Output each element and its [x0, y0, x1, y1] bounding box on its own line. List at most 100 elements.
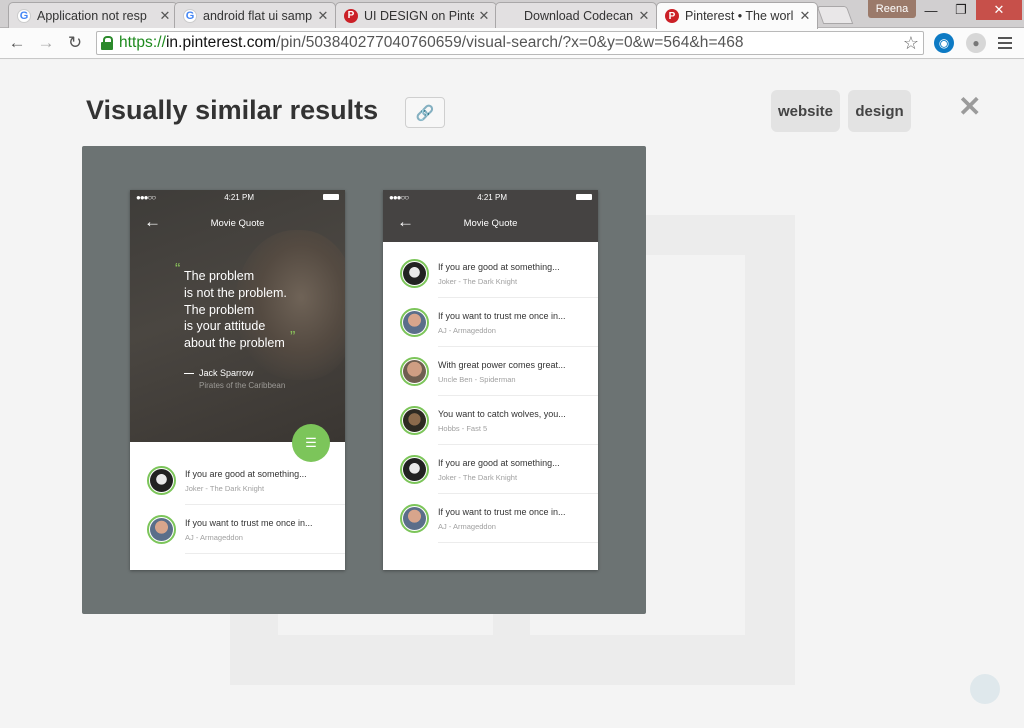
- avatar: [400, 357, 429, 386]
- item-source: AJ - Armageddon: [438, 326, 496, 335]
- quote-text: The problem is not the problem. The prob…: [184, 269, 287, 351]
- item-quote: If you are good at something...: [185, 469, 307, 479]
- url-text: https://in.pinterest.com/pin/50384027704…: [119, 34, 744, 51]
- back-arrow-icon[interactable]: ←: [397, 213, 414, 230]
- status-time: 4:21 PM: [224, 192, 254, 202]
- reload-icon[interactable]: ↻: [64, 32, 86, 54]
- quote-list: If you are good at something... Joker - …: [383, 249, 598, 543]
- phone-mockup-quote-detail: ●●●○○ 4:21 PM ← Movie Quote “ The proble…: [130, 190, 345, 570]
- extension-toggle-icon[interactable]: ●: [966, 33, 986, 53]
- browser-tab-bar: G Application not resp ✕ G android flat …: [0, 0, 1024, 29]
- item-quote: If you are good at something...: [438, 458, 560, 468]
- menu-fab-button[interactable]: ☰: [292, 424, 330, 462]
- list-item[interactable]: If you are good at something... Joker - …: [383, 445, 598, 494]
- list-item[interactable]: If you want to trust me once in... AJ - …: [383, 494, 598, 543]
- app-bar: ← Movie Quote: [130, 204, 345, 242]
- page-title: Visually similar results: [86, 95, 379, 125]
- close-icon[interactable]: ✕: [958, 93, 981, 121]
- browser-tab-5-active[interactable]: P Pinterest • The worl ✕: [656, 2, 818, 29]
- tab-title: UI DESIGN on Pinte: [364, 8, 474, 23]
- item-quote: You want to catch wolves, you...: [438, 409, 566, 419]
- signal-icon: ●●●○○: [136, 192, 156, 202]
- tab-close-icon[interactable]: ✕: [478, 8, 490, 24]
- google-favicon-icon: G: [17, 8, 31, 23]
- list-item[interactable]: You want to catch wolves, you... Hobbs -…: [383, 396, 598, 445]
- item-source: Hobbs - Fast 5: [438, 424, 488, 433]
- close-quote-icon: ”: [290, 329, 296, 346]
- tag-design[interactable]: design: [848, 90, 911, 132]
- status-bar: ●●●○○ 4:21 PM: [383, 190, 598, 204]
- list-item[interactable]: If you are good at something... Joker - …: [383, 249, 598, 298]
- avatar: [147, 466, 176, 495]
- restore-icon[interactable]: ❐: [946, 0, 976, 20]
- browser-tab-2[interactable]: G android flat ui samp ✕: [174, 2, 336, 28]
- item-quote: If you want to trust me once in...: [438, 311, 566, 321]
- item-source: Uncle Ben - Spiderman: [438, 375, 516, 384]
- back-arrow-icon[interactable]: ←: [6, 32, 28, 54]
- tab-close-icon[interactable]: ✕: [799, 8, 811, 24]
- item-quote: With great power comes great...: [438, 360, 566, 370]
- browser-tab-3[interactable]: P UI DESIGN on Pinte ✕: [335, 2, 497, 28]
- app-title: Movie Quote: [463, 217, 518, 229]
- quote-list: If you are good at something... Joker - …: [130, 456, 345, 554]
- forward-arrow-icon[interactable]: →: [35, 32, 57, 54]
- author-dash: [184, 373, 194, 374]
- tab-close-icon[interactable]: ✕: [317, 8, 329, 24]
- tag-website[interactable]: website: [771, 90, 840, 132]
- item-source: Joker - The Dark Knight: [185, 484, 265, 493]
- google-favicon-icon: G: [183, 8, 197, 23]
- list-item[interactable]: If you want to trust me once in... AJ - …: [383, 298, 598, 347]
- item-quote: If you want to trust me once in...: [185, 518, 313, 528]
- tab-title: Download Codecan: [524, 8, 634, 23]
- tab-close-icon[interactable]: ✕: [638, 8, 650, 24]
- app-title: Movie Quote: [210, 217, 265, 229]
- list-item[interactable]: If you are good at something... Joker - …: [130, 456, 345, 505]
- avatar: [400, 406, 429, 435]
- back-arrow-icon[interactable]: ←: [144, 213, 161, 230]
- tab-title: Application not resp: [37, 8, 147, 23]
- pinterest-favicon-icon: P: [344, 8, 358, 23]
- phone-mockup-quote-list: ●●●○○ 4:21 PM ← Movie Quote If you are g…: [383, 190, 598, 570]
- quote-author: Jack Sparrow: [199, 368, 254, 378]
- avatar: [400, 455, 429, 484]
- minimize-icon[interactable]: —: [916, 0, 946, 20]
- extension-icon[interactable]: ◉: [934, 33, 954, 53]
- battery-icon: [576, 194, 592, 200]
- new-tab-button[interactable]: [816, 6, 854, 24]
- signal-icon: ●●●○○: [389, 192, 409, 202]
- hamburger-menu-icon[interactable]: [998, 35, 1012, 51]
- item-source: Joker - The Dark Knight: [438, 473, 518, 482]
- list-item[interactable]: With great power comes great... Uncle Be…: [383, 347, 598, 396]
- tab-title: Pinterest • The worl: [685, 9, 794, 23]
- lock-icon: [101, 36, 113, 50]
- item-source: AJ - Armageddon: [185, 533, 243, 542]
- background-help-button: [970, 674, 1000, 704]
- quote-source: Pirates of the Caribbean: [199, 381, 286, 390]
- tab-title: android flat ui samp: [203, 8, 313, 23]
- browser-tab-1[interactable]: G Application not resp ✕: [8, 2, 178, 28]
- avatar: [400, 504, 429, 533]
- pinterest-favicon-icon: P: [665, 9, 679, 23]
- item-source: AJ - Armageddon: [438, 522, 496, 531]
- blank-favicon-icon: [504, 9, 518, 23]
- address-toolbar: ← → ↻ https://in.pinterest.com/pin/50384…: [0, 28, 1024, 59]
- list-item[interactable]: If you want to trust me once in... AJ - …: [130, 505, 345, 554]
- avatar: [147, 515, 176, 544]
- link-icon: 🔗: [415, 104, 435, 122]
- open-quote-icon: “: [175, 261, 181, 278]
- browser-tab-4[interactable]: Download Codecan ✕: [495, 2, 657, 28]
- window-close-icon[interactable]: ✕: [976, 0, 1022, 20]
- avatar: [400, 308, 429, 337]
- avatar: [400, 259, 429, 288]
- status-bar: ●●●○○ 4:21 PM: [130, 190, 345, 204]
- copy-link-button[interactable]: 🔗: [405, 97, 445, 128]
- tab-close-icon[interactable]: ✕: [159, 8, 171, 24]
- pin-preview-image[interactable]: ●●●○○ 4:21 PM ← Movie Quote “ The proble…: [82, 146, 646, 614]
- url-input[interactable]: https://in.pinterest.com/pin/50384027704…: [96, 31, 924, 55]
- battery-icon: [323, 194, 339, 200]
- page: Visually similar results 🔗 website desig…: [0, 60, 1024, 728]
- item-quote: If you want to trust me once in...: [438, 507, 566, 517]
- app-bar: ← Movie Quote: [383, 204, 598, 242]
- star-icon[interactable]: ☆: [903, 32, 919, 54]
- profile-name[interactable]: Reena: [868, 0, 916, 18]
